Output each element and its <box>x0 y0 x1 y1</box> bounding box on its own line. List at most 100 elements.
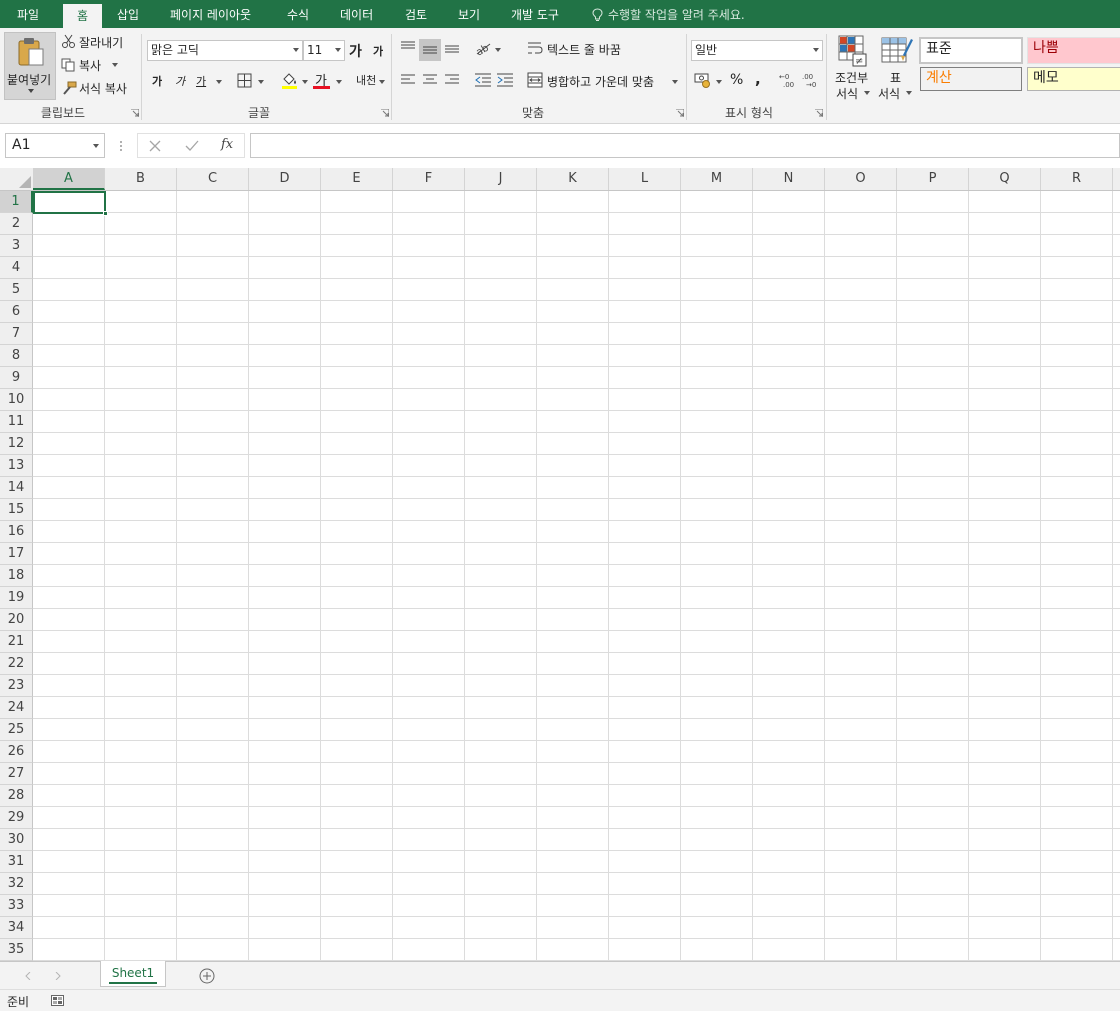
merge-center-button[interactable]: 병합하고 가운데 맞춤 <box>547 73 654 90</box>
column-header-e[interactable]: E <box>321 168 393 190</box>
row-header-14[interactable]: 14 <box>0 477 33 499</box>
conditional-formatting-icon[interactable]: ≠ <box>838 35 868 67</box>
percent-style-button[interactable]: % <box>730 72 743 88</box>
align-right-icon[interactable] <box>444 73 460 87</box>
underline-dropdown-icon[interactable] <box>216 80 222 84</box>
merge-dropdown-icon[interactable] <box>672 80 678 84</box>
underline-button[interactable]: 가 <box>196 73 206 89</box>
decrease-indent-icon[interactable] <box>474 72 492 88</box>
fill-color-dropdown-icon[interactable] <box>302 80 308 84</box>
row-header-30[interactable]: 30 <box>0 829 33 851</box>
row-header-3[interactable]: 3 <box>0 235 33 257</box>
row-header-33[interactable]: 33 <box>0 895 33 917</box>
row-header-24[interactable]: 24 <box>0 697 33 719</box>
conditional-formatting-dropdown-icon[interactable] <box>864 91 870 95</box>
accounting-format-icon[interactable] <box>694 72 712 88</box>
row-header-8[interactable]: 8 <box>0 345 33 367</box>
row-header-1[interactable]: 1 <box>0 191 33 213</box>
add-sheet-icon[interactable] <box>199 968 215 984</box>
row-header-32[interactable]: 32 <box>0 873 33 895</box>
border-icon[interactable] <box>237 73 253 89</box>
insert-function-button[interactable]: fx <box>221 137 233 152</box>
row-header-6[interactable]: 6 <box>0 301 33 323</box>
align-middle-button[interactable] <box>419 39 441 61</box>
wrap-text-button[interactable]: 텍스트 줄 바꿈 <box>547 41 621 58</box>
shrink-font-button[interactable]: 가 <box>373 43 383 59</box>
increase-indent-icon[interactable] <box>496 72 514 88</box>
name-box[interactable]: A1 <box>5 133 105 158</box>
font-size-select[interactable]: 11 <box>303 40 345 61</box>
comma-style-button[interactable]: , <box>755 70 761 88</box>
row-header-5[interactable]: 5 <box>0 279 33 301</box>
copy-dropdown-icon[interactable] <box>112 63 118 67</box>
decrease-decimal-icon[interactable]: .00→0 <box>802 72 820 88</box>
row-header-13[interactable]: 13 <box>0 455 33 477</box>
sheet-tab-sheet1[interactable]: Sheet1 <box>100 961 166 987</box>
enter-icon[interactable] <box>185 140 199 152</box>
tab-file[interactable]: 파일 <box>17 0 39 28</box>
format-painter-button[interactable]: 서식 복사 <box>79 80 127 97</box>
italic-button[interactable]: 가 <box>175 73 185 89</box>
column-header-k[interactable]: K <box>537 168 609 190</box>
row-header-25[interactable]: 25 <box>0 719 33 741</box>
font-color-dropdown-icon[interactable] <box>336 80 342 84</box>
chevron-down-icon[interactable] <box>93 144 99 148</box>
column-header-j[interactable]: J <box>465 168 537 190</box>
align-top-icon[interactable] <box>400 40 416 54</box>
column-header-a[interactable]: A <box>33 168 105 190</box>
style-normal[interactable]: 표준 <box>919 37 1023 64</box>
conditional-formatting-label-2[interactable]: 서식 <box>836 85 858 102</box>
tell-me-box[interactable]: 수행할 작업을 알려 주세요. <box>592 0 745 28</box>
merge-center-icon[interactable] <box>527 72 543 88</box>
row-header-18[interactable]: 18 <box>0 565 33 587</box>
formula-input[interactable] <box>250 133 1120 158</box>
row-header-10[interactable]: 10 <box>0 389 33 411</box>
row-header-12[interactable]: 12 <box>0 433 33 455</box>
tab-formulas[interactable]: 수식 <box>287 0 309 28</box>
formula-bar-grip-icon[interactable] <box>119 140 123 152</box>
row-header-26[interactable]: 26 <box>0 741 33 763</box>
column-header-c[interactable]: C <box>177 168 249 190</box>
dialog-launcher-icon[interactable] <box>815 109 823 117</box>
format-as-table-icon[interactable] <box>881 35 913 67</box>
style-calculation[interactable]: 계산 <box>920 67 1022 91</box>
column-header-n[interactable]: N <box>753 168 825 190</box>
tab-review[interactable]: 검토 <box>405 0 427 28</box>
align-left-icon[interactable] <box>400 73 416 87</box>
bold-button[interactable]: 가 <box>152 73 162 89</box>
tab-view[interactable]: 보기 <box>458 0 480 28</box>
dialog-launcher-icon[interactable] <box>676 109 684 117</box>
row-header-20[interactable]: 20 <box>0 609 33 631</box>
format-as-table-label-2[interactable]: 서식 <box>878 85 900 102</box>
phonetic-button[interactable]: 내천 <box>356 72 376 88</box>
row-header-11[interactable]: 11 <box>0 411 33 433</box>
row-header-19[interactable]: 19 <box>0 587 33 609</box>
format-as-table-label-1[interactable]: 표 <box>890 69 901 86</box>
column-header-q[interactable]: Q <box>969 168 1041 190</box>
dialog-launcher-icon[interactable] <box>131 109 139 117</box>
style-note[interactable]: 메모 <box>1027 67 1120 91</box>
dialog-launcher-icon[interactable] <box>381 109 389 117</box>
row-header-4[interactable]: 4 <box>0 257 33 279</box>
copy-icon[interactable] <box>61 58 76 72</box>
cut-button[interactable]: 잘라내기 <box>79 34 123 51</box>
conditional-formatting-label-1[interactable]: 조건부 <box>835 69 868 86</box>
align-bottom-icon[interactable] <box>444 40 460 54</box>
worksheet-grid[interactable]: ABCDEFJKLMNOPQR 1 2 3 4 5 6 7 8 9 10 11 12 13 14 15 16 1… <box>0 168 1120 961</box>
scroll-left-icon[interactable] <box>25 972 31 980</box>
orientation-icon[interactable]: ab <box>474 40 492 56</box>
number-format-select[interactable]: 일반 <box>691 40 823 61</box>
row-header-27[interactable]: 27 <box>0 763 33 785</box>
row-header-31[interactable]: 31 <box>0 851 33 873</box>
font-name-select[interactable]: 맑은 고딕 <box>147 40 303 61</box>
column-header-l[interactable]: L <box>609 168 681 190</box>
paste-button[interactable]: 붙여넣기 <box>4 32 56 100</box>
row-header-22[interactable]: 22 <box>0 653 33 675</box>
increase-decimal-icon[interactable]: ←0.00 <box>779 72 797 88</box>
wrap-text-icon[interactable] <box>527 40 543 56</box>
border-dropdown-icon[interactable] <box>258 80 264 84</box>
grow-font-button[interactable]: 가 <box>349 41 362 61</box>
row-header-23[interactable]: 23 <box>0 675 33 697</box>
column-header-o[interactable]: O <box>825 168 897 190</box>
cancel-icon[interactable] <box>149 140 161 152</box>
